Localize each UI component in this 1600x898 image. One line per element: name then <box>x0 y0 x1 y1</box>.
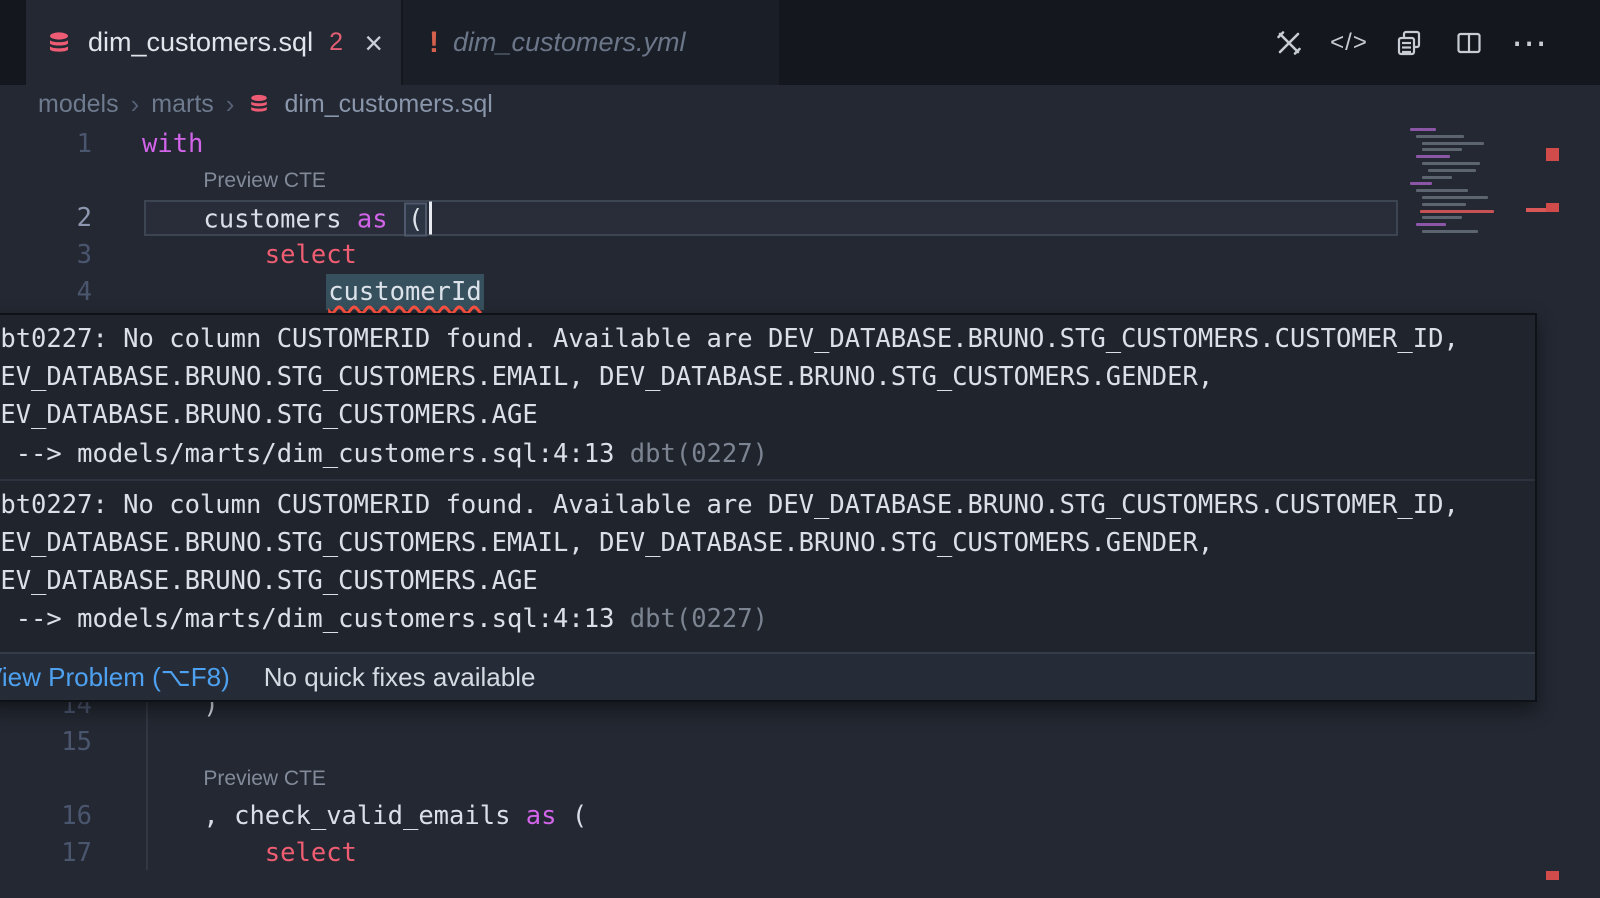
error-marker <box>1546 871 1559 880</box>
minimap-row <box>1428 169 1476 172</box>
chevron-right-icon: › <box>226 89 235 120</box>
tab-dim-customers-sql[interactable]: dim_customers.sql 2 × <box>26 0 401 85</box>
compile-code-icon[interactable]: </> <box>1334 28 1364 58</box>
minimap-row <box>1416 155 1450 158</box>
tab-label: dim_customers.sql <box>88 27 313 58</box>
minimap-row <box>1422 203 1466 206</box>
error-marker <box>1546 203 1559 212</box>
text-cursor <box>429 201 432 234</box>
code-token: ( <box>557 801 588 831</box>
code-token: as <box>357 204 388 234</box>
tab-bar: dim_customers.sql 2 × ! dim_customers.ym… <box>0 0 1600 85</box>
crossed-swords-icon[interactable] <box>1274 28 1304 58</box>
minimap-row <box>1410 128 1436 131</box>
minimap-row <box>1420 210 1494 213</box>
diagnostic-message: dbt0227: No column CUSTOMERID found. Ava… <box>0 481 1535 645</box>
code-token: customerId <box>326 274 484 310</box>
code-line-15[interactable]: 15 <box>0 723 1600 760</box>
overview-ruler[interactable] <box>1546 0 1559 898</box>
code-token: , check_valid_emails <box>203 801 525 831</box>
line-number[interactable]: 4 <box>0 277 92 307</box>
indent-guide <box>146 688 148 870</box>
line-number[interactable]: 16 <box>0 801 92 831</box>
error-marker <box>1546 148 1559 161</box>
code-line-16[interactable]: 16 , check_valid_emails as ( <box>0 797 1600 834</box>
code-token: select <box>265 838 357 868</box>
minimap-row <box>1422 176 1452 179</box>
diagnostic-messages: dbt0227: No column CUSTOMERID found. Ava… <box>0 315 1535 652</box>
line-number[interactable]: 15 <box>0 727 92 757</box>
line-number[interactable]: 3 <box>0 240 92 270</box>
code-line-1[interactable]: 1 with <box>0 126 1600 163</box>
diagnostic-location-link[interactable]: --> models/marts/dim_customers.sql:4:13 <box>0 439 630 469</box>
line-number[interactable]: 1 <box>0 129 92 159</box>
split-editor-icon[interactable] <box>1454 28 1484 58</box>
minimap-error-marker <box>1526 208 1546 212</box>
code-token: as <box>526 801 557 831</box>
minimap-row <box>1416 223 1446 226</box>
minimap[interactable] <box>1406 128 1546 243</box>
problems-count-badge: 2 <box>329 28 343 57</box>
more-actions-icon[interactable]: ⋯ <box>1514 28 1544 58</box>
line-number[interactable]: 2 <box>0 203 92 233</box>
minimap-row <box>1416 135 1464 138</box>
diagnostic-message: dbt0227: No column CUSTOMERID found. Ava… <box>0 315 1535 479</box>
diagnostic-code: dbt(0227) <box>630 439 768 469</box>
preview-cte-lens[interactable]: Preview CTE <box>203 767 326 791</box>
breadcrumb-item-file[interactable]: dim_customers.sql <box>284 90 492 119</box>
editor-code-top[interactable]: 1 withPreview CTE 2 customers as (3 select 4 c… <box>0 126 1600 314</box>
diagnostic-text-line: DEV_DATABASE.BRUNO.STG_CUSTOMERS.EMAIL, … <box>0 524 1535 562</box>
preview-cte-lens[interactable]: Preview CTE <box>203 169 326 193</box>
database-icon <box>44 28 74 58</box>
code-line-2[interactable]: 2 customers as ( <box>0 200 1600 237</box>
minimap-row <box>1422 142 1484 145</box>
minimap-row <box>1422 162 1480 165</box>
code-token <box>388 204 403 234</box>
no-quick-fixes-label: No quick fixes available <box>264 662 536 693</box>
view-problem-link[interactable]: View Problem (⌥F8) <box>0 662 230 693</box>
minimap-row <box>1422 148 1462 151</box>
breadcrumb-item-models[interactable]: models <box>38 90 119 119</box>
editor-code-bottom[interactable]: 14)15Preview CTE16, check_valid_emails a… <box>0 686 1600 876</box>
error-exclamation-icon: ! <box>429 26 439 60</box>
diagnostic-code: dbt(0227) <box>630 604 768 634</box>
diagnostic-text-line: DEV_DATABASE.BRUNO.STG_CUSTOMERS.AGE <box>0 562 1535 600</box>
hover-status-bar: View Problem (⌥F8) No quick fixes availa… <box>0 652 1535 700</box>
tab-dim-customers-yml[interactable]: ! dim_customers.yml <box>403 0 779 85</box>
breadcrumb: models › marts › dim_customers.sql <box>0 85 1600 123</box>
tab-label: dim_customers.yml <box>453 27 686 58</box>
editor-actions: </> ⋯ <box>1274 0 1544 85</box>
code-token: select <box>265 240 357 270</box>
code-token: with <box>142 129 203 159</box>
error-hover-widget: dbt0227: No column CUSTOMERID found. Ava… <box>0 313 1537 702</box>
code-line-3[interactable]: 3 select <box>0 236 1600 273</box>
diagnostic-text-line: DEV_DATABASE.BRUNO.STG_CUSTOMERS.AGE <box>0 396 1535 434</box>
close-icon[interactable]: × <box>364 27 383 59</box>
minimap-row <box>1422 230 1478 233</box>
minimap-row <box>1422 196 1488 199</box>
minimap-row <box>1422 216 1462 219</box>
diagnostic-text-line: dbt0227: No column CUSTOMERID found. Ava… <box>0 486 1535 524</box>
chevron-right-icon: › <box>131 89 140 120</box>
line-number[interactable]: 17 <box>0 838 92 868</box>
code-lens-row: Preview CTE <box>0 163 1600 200</box>
breadcrumb-item-marts[interactable]: marts <box>151 90 214 119</box>
code-line-4[interactable]: 4 customerId <box>0 273 1600 310</box>
diagnostic-text-line: DEV_DATABASE.BRUNO.STG_CUSTOMERS.EMAIL, … <box>0 358 1535 396</box>
code-line-17[interactable]: 17 select <box>0 834 1600 871</box>
copy-table-icon[interactable] <box>1394 28 1424 58</box>
code-token: customers <box>203 204 357 234</box>
minimap-row <box>1410 182 1432 185</box>
diagnostic-text-line: dbt0227: No column CUSTOMERID found. Ava… <box>0 320 1535 358</box>
code-token: ( <box>404 202 427 236</box>
code-lens-row: Preview CTE <box>0 760 1600 797</box>
database-icon <box>246 91 272 117</box>
minimap-row <box>1416 189 1468 192</box>
diagnostic-location-link[interactable]: --> models/marts/dim_customers.sql:4:13 <box>0 604 630 634</box>
